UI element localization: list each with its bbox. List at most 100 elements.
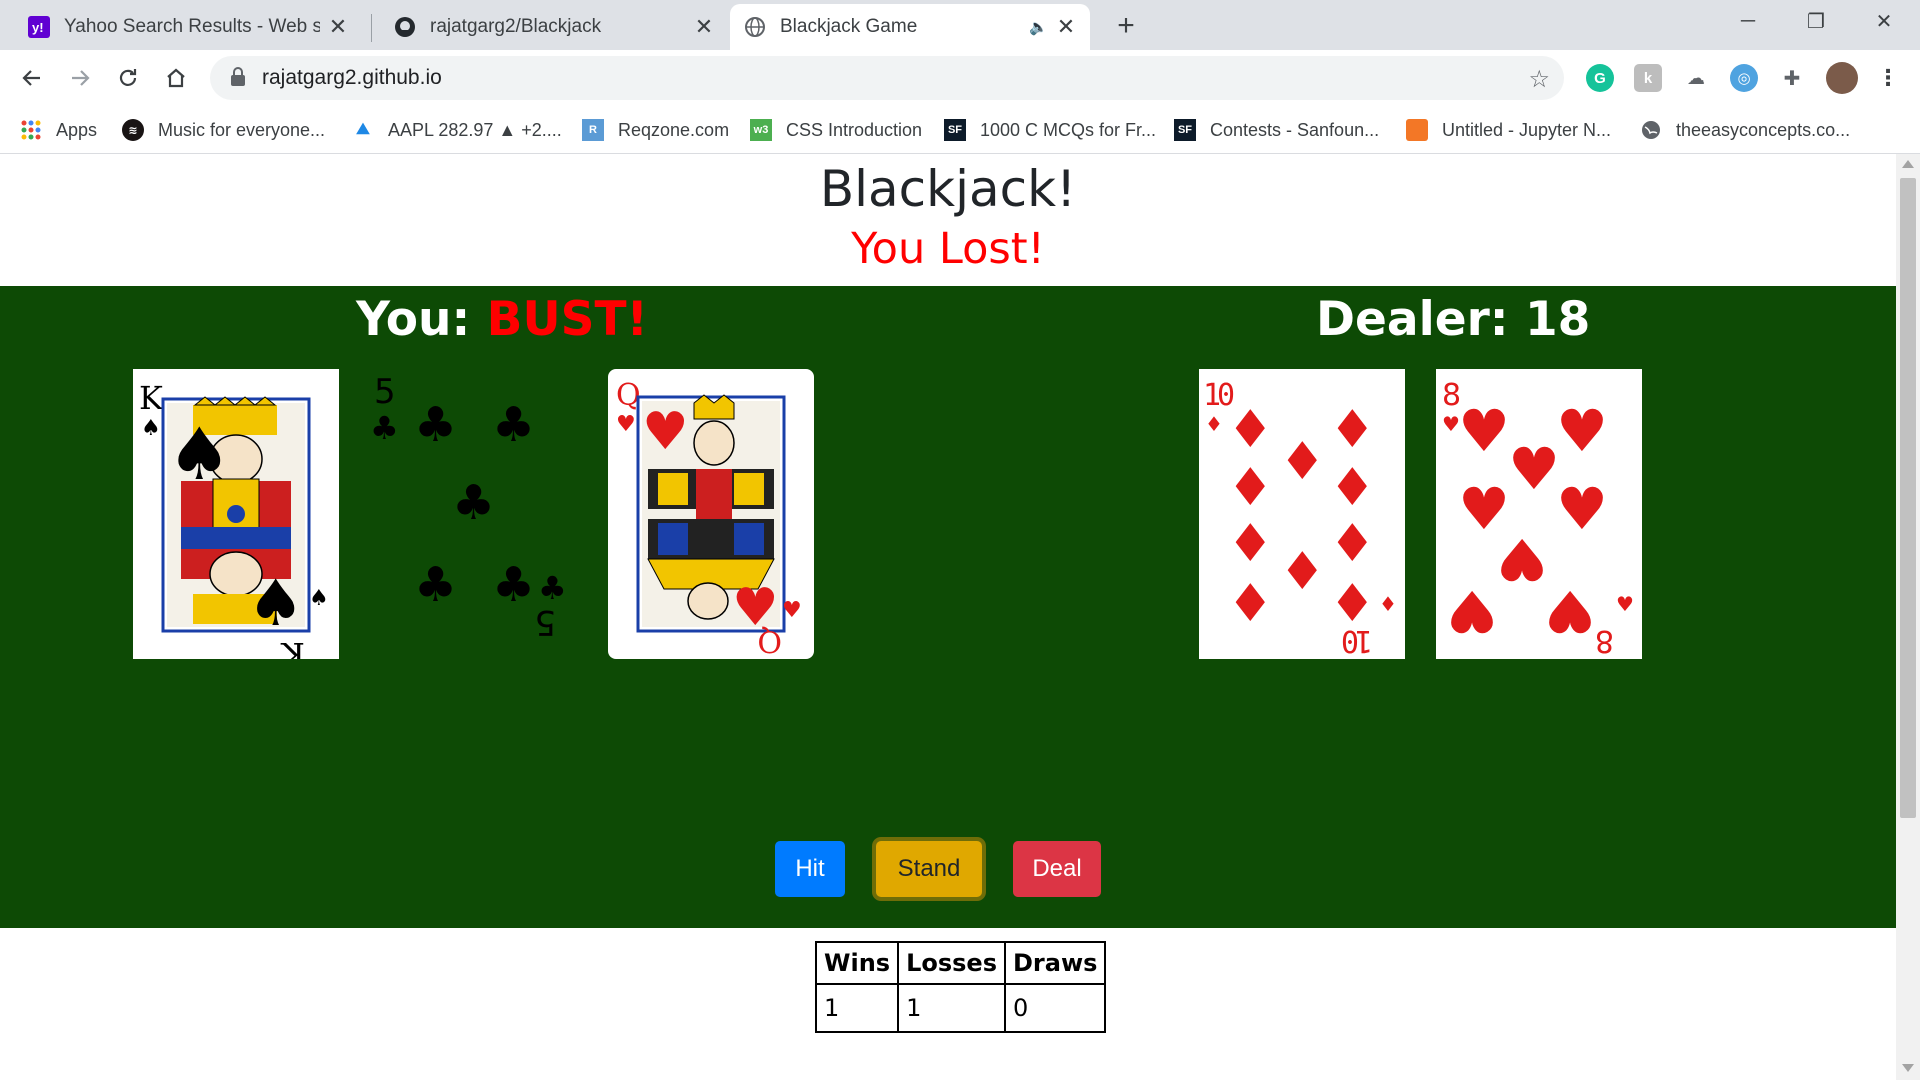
github-icon xyxy=(394,16,416,38)
svg-text:♣: ♣ xyxy=(492,397,535,453)
svg-text:♥: ♥ xyxy=(1496,525,1548,593)
bookmark-label: Contests - Sanfoun... xyxy=(1210,119,1380,140)
home-button[interactable] xyxy=(158,60,194,96)
table-header-row: Wins Losses Draws xyxy=(814,941,1107,985)
scroll-up-arrow-icon[interactable] xyxy=(1902,160,1914,168)
svg-text:♦: ♦ xyxy=(1379,592,1397,616)
bookmark-theeasyconcepts[interactable]: theeasyconcepts.co... xyxy=(1640,114,1850,146)
dealer-score: Dealer: 18 xyxy=(1316,292,1590,347)
scroll-down-arrow-icon[interactable] xyxy=(1902,1064,1914,1072)
svg-text:K: K xyxy=(280,635,305,659)
player-card-five-clubs: 5 ♣ ♣ ♣ ♣ ♣ ♣ ♣ 5 xyxy=(370,369,576,659)
extension-cloud-icon[interactable]: ☁ xyxy=(1682,64,1710,92)
svg-text:♦: ♦ xyxy=(1227,514,1274,574)
svg-text:Q: Q xyxy=(757,623,782,658)
profile-avatar[interactable] xyxy=(1826,62,1858,94)
sanfoundry-icon: SF xyxy=(944,119,966,141)
player-score-value: BUST! xyxy=(486,292,648,347)
losses-value: 1 xyxy=(897,983,1006,1033)
extensions-puzzle-icon[interactable]: ✚ xyxy=(1778,64,1806,92)
result-message: You Lost! xyxy=(851,224,1045,274)
tab-github[interactable]: rajatgarg2/Blackjack ✕ xyxy=(380,4,728,50)
player-card-king-spades: K ♠ ♠ ♠ K ♠ xyxy=(133,369,339,659)
bookmark-label: theeasyconcepts.co... xyxy=(1676,119,1851,140)
bookmark-jupyter[interactable]: Untitled - Jupyter N... xyxy=(1406,114,1611,146)
deal-button[interactable]: Deal xyxy=(1013,841,1101,897)
svg-text:♦: ♦ xyxy=(1279,542,1326,602)
svg-text:♥: ♥ xyxy=(1544,577,1596,645)
bookmark-c-mcqs[interactable]: SF 1000 C MCQs for Fr... xyxy=(944,114,1156,146)
extension-icon[interactable]: k xyxy=(1634,64,1662,92)
address-bar[interactable]: rajatgarg2.github.io ☆ xyxy=(210,56,1564,100)
svg-text:♠: ♠ xyxy=(247,567,304,641)
new-tab-button[interactable]: + xyxy=(1108,8,1144,44)
home-icon xyxy=(167,68,185,88)
bookmark-css-introduction[interactable]: w3 CSS Introduction xyxy=(750,114,922,146)
tab-separator xyxy=(371,14,372,42)
extension-circle-icon[interactable]: ◎ xyxy=(1730,64,1758,92)
close-tab-icon[interactable]: ✕ xyxy=(1056,14,1076,40)
page-content: Blackjack! You Lost! You: BUST! Dealer: … xyxy=(0,154,1896,1080)
reload-button[interactable] xyxy=(110,60,146,96)
svg-text:♥: ♥ xyxy=(1446,577,1498,645)
spotify-icon: ≋ xyxy=(122,119,144,141)
tab-blackjack-game[interactable]: Blackjack Game 🔈 ✕ xyxy=(730,4,1090,50)
bookmark-label: Reqzone.com xyxy=(618,119,730,140)
close-tab-icon[interactable]: ✕ xyxy=(694,14,714,40)
svg-text:♥: ♥ xyxy=(1458,397,1510,465)
restore-button[interactable]: ❐ xyxy=(1782,0,1850,42)
stand-button[interactable]: Stand xyxy=(876,841,982,897)
tab-yahoo[interactable]: y! Yahoo Search Results - Web searc ✕ xyxy=(14,4,362,50)
page-scrollbar[interactable] xyxy=(1896,154,1920,1080)
bookmark-contests[interactable]: SF Contests - Sanfoun... xyxy=(1174,114,1379,146)
apps-grid-icon xyxy=(20,119,42,141)
bookmark-label: Music for everyone... xyxy=(158,119,326,140)
grammarly-icon[interactable]: G xyxy=(1586,64,1614,92)
reqzone-icon: R xyxy=(582,119,604,141)
bookmark-label: CSS Introduction xyxy=(786,119,923,140)
svg-text:♦: ♦ xyxy=(1329,514,1376,574)
player-card-queen-hearts: Q ♥ ♥ ♥ ♥ Q xyxy=(608,369,814,659)
globe-icon xyxy=(1640,119,1662,141)
back-button[interactable] xyxy=(14,60,50,96)
close-tab-icon[interactable]: ✕ xyxy=(328,14,348,40)
svg-text:♦: ♦ xyxy=(1227,458,1274,518)
svg-text:♥: ♥ xyxy=(1508,435,1560,503)
forward-button[interactable] xyxy=(62,60,98,96)
svg-text:♣: ♣ xyxy=(538,569,567,607)
svg-text:5: 5 xyxy=(374,372,396,412)
jupyter-icon xyxy=(1406,119,1428,141)
bookmark-music[interactable]: ≋ Music for everyone... xyxy=(122,114,325,146)
tab-title: rajatgarg2/Blackjack xyxy=(430,16,602,37)
svg-text:♥: ♥ xyxy=(1616,592,1634,616)
minimize-button[interactable]: ─ xyxy=(1714,0,1782,42)
tab-title: Yahoo Search Results - Web searc xyxy=(64,16,320,37)
table-row: 1 1 0 xyxy=(814,983,1107,1033)
bookmark-apps[interactable]: Apps xyxy=(20,114,97,146)
bookmark-label: 1000 C MCQs for Fr... xyxy=(980,119,1157,140)
hit-button[interactable]: Hit xyxy=(775,841,845,897)
svg-text:♥: ♥ xyxy=(642,402,689,462)
bookmarks-bar: Apps ≋ Music for everyone... ⛰ AAPL 282.… xyxy=(0,106,1920,154)
svg-text:♦: ♦ xyxy=(1329,400,1376,460)
bookmark-aapl[interactable]: ⛰ AAPL 282.97 ▲ +2.... xyxy=(352,114,562,146)
dealer-score-value: 18 xyxy=(1524,292,1591,347)
lock-icon[interactable] xyxy=(230,67,246,92)
sanfoundry-icon: SF xyxy=(1174,119,1196,141)
svg-text:♣: ♣ xyxy=(492,557,535,613)
reload-icon xyxy=(119,69,137,86)
svg-text:10: 10 xyxy=(1342,623,1373,658)
bookmark-label: Untitled - Jupyter N... xyxy=(1442,119,1612,140)
close-window-button[interactable]: ✕ xyxy=(1850,0,1918,42)
bookmark-star-icon[interactable]: ☆ xyxy=(1528,65,1550,94)
bookmark-reqzone[interactable]: R Reqzone.com xyxy=(582,114,729,146)
scrollbar-thumb[interactable] xyxy=(1900,178,1916,818)
url-text[interactable]: rajatgarg2.github.io xyxy=(262,66,442,90)
speaker-icon[interactable]: 🔈 xyxy=(1029,18,1048,36)
svg-text:♦: ♦ xyxy=(1279,432,1326,492)
tab-strip: y! Yahoo Search Results - Web searc ✕ ra… xyxy=(0,0,1920,50)
page-title: Blackjack! xyxy=(819,160,1077,218)
bookmark-label: AAPL 282.97 ▲ +2.... xyxy=(388,119,562,140)
menu-kebab-icon[interactable]: ⋮ xyxy=(1874,64,1902,92)
losses-header: Losses xyxy=(897,941,1006,985)
